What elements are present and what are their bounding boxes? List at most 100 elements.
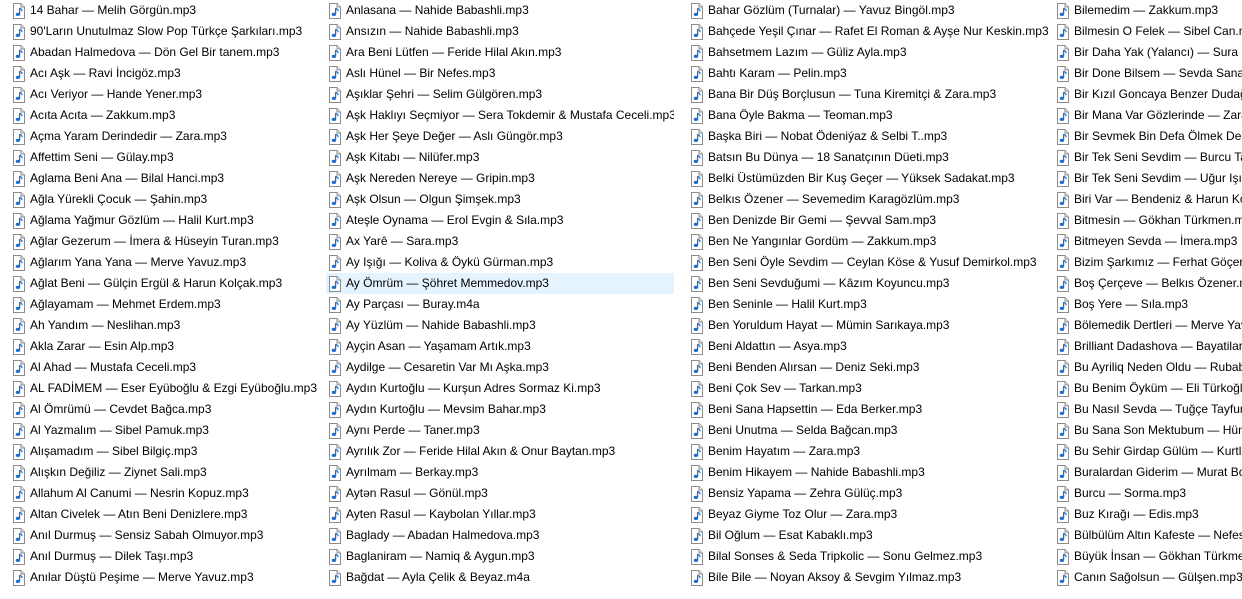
file-item[interactable]: Beyaz Giyme Toz Olur — Zara.mp3 [688,504,1050,525]
file-item[interactable]: Allahum Al Canumi — Nesrin Kopuz.mp3 [10,483,322,504]
file-item[interactable]: Ara Beni Lütfen — Feride Hilal Akın.mp3 [326,42,674,63]
file-item[interactable]: 90'Ların Unutulmaz Slow Pop Türkçe Şarkı… [10,21,322,42]
file-item[interactable]: Bahar Gözlüm (Turnalar) — Yavuz Bingöl.m… [688,0,1050,21]
file-item[interactable]: Benim Hayatım — Zara.mp3 [688,441,1050,462]
file-item[interactable]: Anlasana — Nahide Babashli.mp3 [326,0,674,21]
file-item[interactable]: Aydın Kurtoğlu — Kurşun Adres Sormaz Ki.… [326,378,674,399]
file-item[interactable]: Bahsetmem Lazım — Güliz Ayla.mp3 [688,42,1050,63]
file-item[interactable]: Ayten Rasul — Kaybolan Yıllar.mp3 [326,504,674,525]
file-item[interactable]: Bir Tek Seni Sevdim — Uğur Işılak.mp3 [1054,168,1242,189]
file-item[interactable]: Bu Benim Öyküm — Eli Türkoğlu.mp3 [1054,378,1242,399]
file-item[interactable]: Bölemedik Dertleri — Merve Yavuz.mp3 [1054,315,1242,336]
file-item[interactable]: Ayrılık Zor — Feride Hilal Akın & Onur B… [326,441,674,462]
file-item[interactable]: Aşıklar Şehri — Selim Gülgören.mp3 [326,84,674,105]
file-item[interactable]: Anıl Durmuş — Sensiz Sabah Olmuyor.mp3 [10,525,322,546]
file-item[interactable]: Alışkın Değiliz — Ziynet Sali.mp3 [10,462,322,483]
file-item[interactable]: Belkıs Özener — Sevemedim Karagözlüm.mp3 [688,189,1050,210]
file-item[interactable]: Bu Sana Son Mektubum — Hüner Coşkuner.mp… [1054,420,1242,441]
file-item[interactable]: Bir Tek Seni Sevdim — Burcu Tatlıses.mp3 [1054,147,1242,168]
file-item[interactable]: Bilal Sonses & Seda Tripkolic — Sonu Gel… [688,546,1050,567]
file-item[interactable]: Aydın Kurtoğlu — Mevsim Bahar.mp3 [326,399,674,420]
file-item[interactable]: Ben Denizde Bir Gemi — Şevval Sam.mp3 [688,210,1050,231]
file-item[interactable]: Aşk Olsun — Olgun Şimşek.mp3 [326,189,674,210]
file-item[interactable]: Büyük İnsan — Gökhan Türkmen.mp3 [1054,546,1242,567]
file-item[interactable]: Beni Aldattın — Asya.mp3 [688,336,1050,357]
file-item[interactable]: Altan Civelek — Atın Beni Denizlere.mp3 [10,504,322,525]
file-item[interactable]: Ay Ömrüm — Şöhret Memmedov.mp3 [326,273,674,294]
file-item[interactable]: Beni Benden Alırsan — Deniz Seki.mp3 [688,357,1050,378]
file-item[interactable]: Benim Hikayem — Nahide Babashli.mp3 [688,462,1050,483]
file-item[interactable]: Bizim Şarkımız — Ferhat Göçer.mp3 [1054,252,1242,273]
file-item[interactable]: Aşk Nereden Nereye — Gripin.mp3 [326,168,674,189]
file-item[interactable]: Ben Yoruldum Hayat — Mümin Sarıkaya.mp3 [688,315,1050,336]
file-item[interactable]: Başka Biri — Nobat Ödeniýaz & Selbi T..m… [688,126,1050,147]
file-item[interactable]: Canın Sağolsun — Gülşen.mp3 [1054,567,1242,588]
file-item[interactable]: Ben Seninle — Halil Kurt.mp3 [688,294,1050,315]
file-item[interactable]: Bilemedim — Zakkum.mp3 [1054,0,1242,21]
file-item[interactable]: Brilliant Dadashova — Bayatilar.mp3 [1054,336,1242,357]
file-item[interactable]: Beni Unutma — Selda Bağcan.mp3 [688,420,1050,441]
file-item[interactable]: Ansızın — Nahide Babashli.mp3 [326,21,674,42]
file-item[interactable]: Burcu — Sorma.mp3 [1054,483,1242,504]
file-item[interactable]: Al Ömrümü — Cevdet Bağca.mp3 [10,399,322,420]
file-item[interactable]: Bu Ayriliq Neden Oldu — Rubaba Muradova.… [1054,357,1242,378]
file-item[interactable]: Bahçede Yeşil Çınar — Rafet El Roman & A… [688,21,1050,42]
file-item[interactable]: Aglama Beni Ana — Bilal Hanci.mp3 [10,168,322,189]
file-item[interactable]: Acı Aşk — Ravi İncigöz.mp3 [10,63,322,84]
file-item[interactable]: Bana Öyle Bakma — Teoman.mp3 [688,105,1050,126]
file-item[interactable]: 14 Bahar — Melih Görgün.mp3 [10,0,322,21]
file-item[interactable]: Aynı Perde — Taner.mp3 [326,420,674,441]
file-item[interactable]: Bahtı Karam — Pelin.mp3 [688,63,1050,84]
file-item[interactable]: Ah Yandım — Neslihan.mp3 [10,315,322,336]
file-item[interactable]: Bağdat — Ayla Çelik & Beyaz.m4a [326,567,674,588]
file-item[interactable]: Ayçin Asan — Yaşamam Artık.mp3 [326,336,674,357]
file-item[interactable]: Aşk Her Şeye Değer — Aslı Güngör.mp3 [326,126,674,147]
file-item[interactable]: Ay Yüzlüm — Nahide Babashli.mp3 [326,315,674,336]
file-item[interactable]: Bir Done Bilsem — Sevda Sanaliyeva.mp3 [1054,63,1242,84]
file-item[interactable]: Baglaniram — Namiq & Aygun.mp3 [326,546,674,567]
file-item[interactable]: Aşk Haklıyı Seçmiyor — Sera Tokdemir & M… [326,105,674,126]
file-item[interactable]: Affettim Seni — Gülay.mp3 [10,147,322,168]
file-item[interactable]: Boş Yere — Sıla.mp3 [1054,294,1242,315]
file-item[interactable]: Açma Yaram Derindedir — Zara.mp3 [10,126,322,147]
file-item[interactable]: Batsın Bu Dünya — 18 Sanatçının Düeti.mp… [688,147,1050,168]
file-list-view[interactable]: 14 Bahar — Melih Görgün.mp3 90'Ların Unut… [0,0,1242,599]
file-item[interactable]: Alışamadım — Sibel Bilgiç.mp3 [10,441,322,462]
file-item[interactable]: Beni Çok Sev — Tarkan.mp3 [688,378,1050,399]
file-item[interactable]: Aytən Rasul — Gönül.mp3 [326,483,674,504]
file-item[interactable]: Bir Daha Yak (Yalancı) — Sura İskenderli… [1054,42,1242,63]
file-item[interactable]: Buz Kırağı — Edis.mp3 [1054,504,1242,525]
file-item[interactable]: Aydilge — Cesaretin Var Mı Aşka.mp3 [326,357,674,378]
file-item[interactable]: Ben Seni Öyle Sevdim — Ceylan Köse & Yus… [688,252,1050,273]
file-item[interactable]: Ayrılmam — Berkay.mp3 [326,462,674,483]
file-item[interactable]: Bir Sevmek Bin Defa Ölmek Demekmiş.mp3 [1054,126,1242,147]
file-item[interactable]: Bensiz Yapama — Zehra Gülüç.mp3 [688,483,1050,504]
file-item[interactable]: Bana Bir Düş Borçlusun — Tuna Kiremitçi … [688,84,1050,105]
file-item[interactable]: Bitmesin — Gökhan Türkmen.mp3 [1054,210,1242,231]
file-item[interactable]: Acı Veriyor — Hande Yener.mp3 [10,84,322,105]
file-item[interactable]: Bile Bile — Noyan Aksoy & Sevgim Yılmaz.… [688,567,1050,588]
file-item[interactable]: Bir Kızıl Goncaya Benzer Dudağın.mp3 [1054,84,1242,105]
file-item[interactable]: Belki Üstümüzden Bir Kuş Geçer — Yüksek … [688,168,1050,189]
file-item[interactable]: Bir Mana Var Gözlerinde — Zara.mp3 [1054,105,1242,126]
file-item[interactable]: Aşk Kitabı — Nilüfer.mp3 [326,147,674,168]
file-item[interactable]: Anılar Düştü Peşime — Merve Yavuz.mp3 [10,567,322,588]
file-item[interactable]: Ay Parçası — Buray.m4a [326,294,674,315]
file-item[interactable]: AL FADİMEM — Eser Eyüboğlu & Ezgi Eyüboğ… [10,378,322,399]
file-item[interactable]: Ağlama Yağmur Gözlüm — Halil Kurt.mp3 [10,210,322,231]
file-item[interactable]: Abadan Halmedova — Dön Gel Bir tanem.mp3 [10,42,322,63]
file-item[interactable]: Ax Yarê — Sara.mp3 [326,231,674,252]
file-item[interactable]: Ağlayamam — Mehmet Erdem.mp3 [10,294,322,315]
file-item[interactable]: Beni Sana Hapsettin — Eda Berker.mp3 [688,399,1050,420]
file-item[interactable]: Ağlar Gezerum — İmera & Hüseyin Turan.mp… [10,231,322,252]
file-item[interactable]: Ay Işığı — Koliva & Öykü Gürman.mp3 [326,252,674,273]
file-item[interactable]: Biri Var — Bendeniz & Harun Kolçak.mp3 [1054,189,1242,210]
file-item[interactable]: Bil Oğlum — Esat Kabaklı.mp3 [688,525,1050,546]
file-item[interactable]: Bülbülüm Altın Kafeste — Nefes.mp3 [1054,525,1242,546]
file-item[interactable]: Aslı Hünel — Bir Nefes.mp3 [326,63,674,84]
file-item[interactable]: Akla Zarar — Esin Alp.mp3 [10,336,322,357]
file-item[interactable]: Acıta Acıta — Zakkum.mp3 [10,105,322,126]
file-item[interactable]: Ateşle Oynama — Erol Evgin & Sıla.mp3 [326,210,674,231]
file-item[interactable]: Ben Seni Sevduğumi — Kâzım Koyuncu.mp3 [688,273,1050,294]
file-item[interactable]: Bu Sehir Girdap Gülüm — Kurtlar Vadisi.m… [1054,441,1242,462]
